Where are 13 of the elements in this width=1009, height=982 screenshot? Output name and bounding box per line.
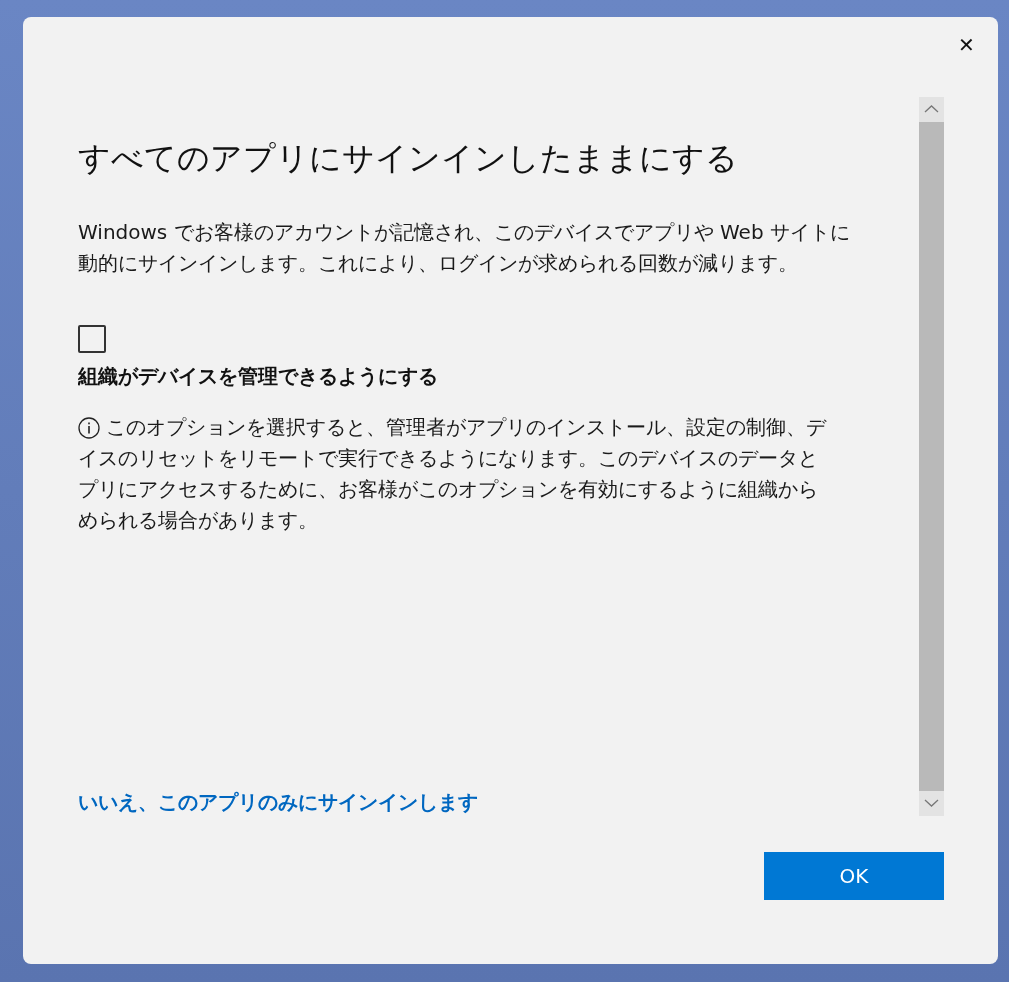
sign-in-this-app-link[interactable]: いいえ、このアプリのみにサインインします <box>78 789 478 816</box>
checkbox[interactable] <box>78 325 106 353</box>
info-icon <box>78 416 100 439</box>
description-line: Windows でお客様のアカウントが記憶され、このデバイスでアプリや Web サイトに <box>78 219 851 246</box>
info-text-line: このオプションを選択すると、管理者がアプリのインストール、設定の制御、デ <box>106 414 826 441</box>
description-line: 動的にサインインします。これにより、ログインが求められる回数が減ります。 <box>78 250 799 277</box>
checkbox-label: 組織がデバイスを管理できるようにする <box>78 363 439 390</box>
close-button[interactable]: ✕ <box>948 27 984 63</box>
ok-button[interactable]: OK <box>764 852 944 900</box>
info-text-line: められる場合があります。 <box>78 507 318 534</box>
info-text-line: イスのリセットをリモートで実行できるようになります。このデバイスのデータと <box>78 445 818 472</box>
info-text-line: プリにアクセスするために、お客様がこのオプションを有効にするように組織から <box>78 476 818 503</box>
dialog-title: すべてのアプリにサインインしたままにする <box>78 138 739 179</box>
